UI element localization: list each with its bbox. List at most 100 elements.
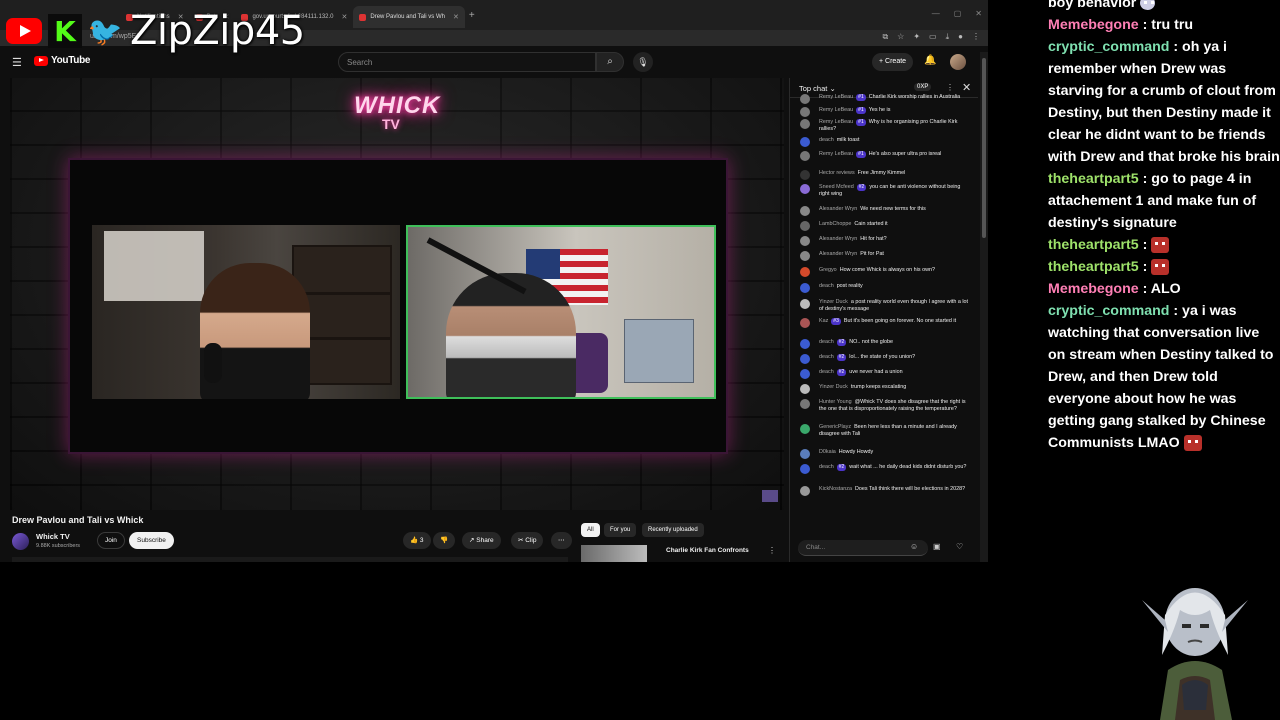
chat-author[interactable]: KickNostanza [819,486,852,492]
emoji-icon[interactable]: ☺ [910,542,918,551]
chat-author[interactable]: Yinzer Duck [819,384,848,390]
chat-author[interactable]: Remy LeBeau [819,107,853,113]
xp-badge[interactable]: 0XP [914,83,932,91]
description-box[interactable] [12,557,568,562]
join-button[interactable]: Join [97,532,125,549]
chat-author[interactable]: Hector reviews [819,170,855,176]
chip-all[interactable]: All [581,523,600,537]
tab-close-icon[interactable]: ✕ [453,13,459,21]
microphone-icon[interactable]: 🎙 [633,52,653,72]
top-chat-dropdown[interactable]: Top chat ⌄ [799,84,836,93]
account-avatar[interactable] [950,54,966,70]
maximize-icon[interactable]: ▢ [954,9,962,18]
like-button[interactable]: 👍 3 [403,532,431,549]
download-icon[interactable]: ⤓ [946,32,950,42]
chip-recently-uploaded[interactable]: Recently uploaded [642,523,704,537]
chat-author[interactable]: Remy LeBeau [819,94,853,100]
recommended-more-icon[interactable]: ⋮ [768,546,776,555]
tab-close-icon[interactable]: ✕ [342,13,348,21]
cast-icon[interactable]: ⧉ [882,32,888,42]
chat-author-avatar[interactable] [800,236,810,246]
share-button[interactable]: ↗ Share [462,532,501,549]
chat-author-avatar[interactable] [800,94,810,104]
chat-author[interactable]: Gregyo [819,267,837,273]
chip-for-you[interactable]: For you [604,523,637,537]
close-chat-icon[interactable]: ✕ [962,81,971,94]
notifications-bell-icon[interactable]: 🔔 [924,55,936,66]
chat-author-avatar[interactable] [800,170,810,180]
chat-author[interactable]: deach [819,339,834,345]
chat-author-avatar[interactable] [800,221,810,231]
chat-author-avatar[interactable] [800,486,810,496]
chat-author[interactable]: deach [819,354,834,360]
profile-icon[interactable]: ● [958,32,963,42]
chat-author-avatar[interactable] [800,424,810,434]
chat-author[interactable]: GenericPlayz [819,424,851,430]
chat-author-avatar[interactable] [800,449,810,459]
chat-author[interactable]: Sneed Mcfeed [819,184,854,190]
browser-menu-icon[interactable]: ⋮ [972,32,980,42]
chat-author[interactable]: Alexander Wryn [819,236,857,242]
more-actions-button[interactable]: ⋯ [551,532,572,549]
recommended-thumbnail[interactable] [581,545,647,562]
chat-author-avatar[interactable] [800,206,810,216]
clip-button[interactable]: ✂ Clip [511,532,544,549]
chat-author-avatar[interactable] [800,107,810,117]
chat-author-avatar[interactable] [800,464,810,474]
chat-author-avatar[interactable] [800,339,810,349]
chat-author[interactable]: deach [819,464,834,470]
chat-author-avatar[interactable] [800,267,810,277]
create-button[interactable]: + Create [872,53,914,71]
chat-author-avatar[interactable] [800,299,810,309]
chat-author[interactable]: Alexander Wryn [819,251,857,257]
extensions-icon[interactable]: ✦ [913,32,920,42]
chat-author-avatar[interactable] [800,251,810,261]
super-chat-icon[interactable]: ▣ [933,542,941,551]
chat-author[interactable]: Kaz [819,318,828,324]
heart-icon[interactable]: ♡ [956,542,963,551]
new-tab-icon[interactable]: + [469,10,475,21]
chat-author-avatar[interactable] [800,283,810,293]
chat-input[interactable]: Chat... [798,540,928,556]
thumbs-down-icon: 👎 [440,537,449,544]
chat-author[interactable]: deach [819,283,834,289]
dislike-button[interactable]: 👎 [433,532,456,549]
chat-author[interactable]: Alexander Wryn [819,206,857,212]
chat-author-avatar[interactable] [800,384,810,394]
chat-author-avatar[interactable] [800,184,810,194]
minimize-icon[interactable]: — [932,9,940,18]
chat-author[interactable]: LambChoppe [819,221,851,227]
chat-author-avatar[interactable] [800,151,810,161]
channel-name[interactable]: Whick TV [36,532,70,541]
overlay-chat-text: : ya i was watching that conversation li… [1048,303,1274,451]
chat-author-avatar[interactable] [800,137,810,147]
menu-icon[interactable]: ☰ [12,56,22,69]
page-scrollbar[interactable] [980,52,988,562]
chat-author-avatar[interactable] [800,369,810,379]
chat-author[interactable]: Remy LeBeau [819,119,853,125]
youtube-logo[interactable]: YouTube [34,55,91,66]
chat-author[interactable]: Remy LeBeau [819,151,853,157]
chat-author[interactable]: D0kaia [819,449,836,455]
search-icon[interactable]: ⌕ [596,52,624,72]
chat-author[interactable]: deach [819,137,834,143]
chat-author[interactable]: Hunter Young [819,399,852,405]
sidebar-icon[interactable]: ▭ [929,32,937,42]
chat-more-icon[interactable]: ⋮ [946,83,954,92]
video-player[interactable]: WHICK TV [10,78,784,510]
subscribe-button[interactable]: Subscribe [129,532,174,549]
chat-text: Yes he is [868,107,891,113]
close-window-icon[interactable]: ✕ [975,9,982,18]
member-badge: #2 [836,354,847,362]
chat-author-avatar[interactable] [800,318,810,328]
bookmark-star-icon[interactable]: ☆ [897,32,904,42]
search-input[interactable]: Search [338,52,596,72]
chat-author-avatar[interactable] [800,354,810,364]
channel-avatar[interactable] [12,533,29,550]
chat-author[interactable]: Yinzer Duck [819,299,848,305]
tab-active-video[interactable]: Drew Pavlou and Tali vs Wh ✕ [353,6,465,28]
chat-author-avatar[interactable] [800,119,810,129]
chat-author-avatar[interactable] [800,399,810,409]
recommended-title[interactable]: Charlie Kirk Fan Confronts [666,547,749,554]
chat-author[interactable]: deach [819,369,834,375]
